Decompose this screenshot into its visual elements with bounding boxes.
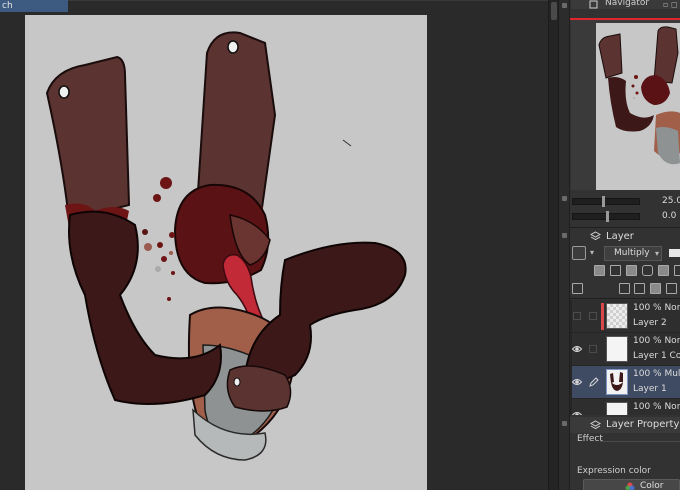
layer-row-selected[interactable]: 100 % Multip Layer 1 xyxy=(570,366,680,399)
panel-side-rail[interactable] xyxy=(559,0,570,490)
expression-color-label: Expression color xyxy=(577,466,651,476)
zoom-value[interactable]: 25.0 xyxy=(662,195,680,207)
layer-row[interactable]: 100 % Norma Layer 1 Copy xyxy=(570,333,680,366)
new-vector-layer-icon[interactable] xyxy=(634,283,645,294)
zoom-slider-thumb[interactable] xyxy=(602,196,605,207)
canvas-area[interactable]: ch xyxy=(0,0,558,490)
canvas-scrollbar[interactable] xyxy=(548,0,558,490)
layer-mode: 100 % Norm xyxy=(633,303,680,313)
tab-strip-divider xyxy=(68,0,558,1)
lock-toggle[interactable] xyxy=(589,345,597,353)
lock-transparency-icon[interactable] xyxy=(658,265,669,276)
clipping-indicator xyxy=(601,303,604,330)
rail-handle-icon[interactable] xyxy=(562,196,567,201)
rail-handle-icon[interactable] xyxy=(562,3,567,8)
eye-icon[interactable] xyxy=(572,410,582,415)
eye-icon[interactable] xyxy=(572,344,582,354)
zoom-slider-row: 25.0 xyxy=(572,195,680,207)
drawing-canvas[interactable] xyxy=(25,15,427,490)
layer-name[interactable]: Layer 2 xyxy=(633,318,667,328)
rail-handle-icon[interactable] xyxy=(562,233,567,238)
blend-mode-select[interactable]: Multiply ▾ xyxy=(604,246,662,261)
eye-icon[interactable] xyxy=(572,377,582,387)
chevron-down-icon[interactable]: ▾ xyxy=(590,248,594,257)
zoom-slider[interactable] xyxy=(572,198,640,205)
color-button-label: Color xyxy=(640,481,664,490)
layer-color-button[interactable] xyxy=(572,246,586,260)
blend-mode-row: ▾ Multiply ▾ xyxy=(570,245,680,262)
layer-thumbnail xyxy=(606,402,628,415)
layer-tools-row-1 xyxy=(570,263,680,279)
layer-tools-row-2 xyxy=(570,281,680,297)
artwork-illustration xyxy=(45,31,407,461)
opacity-control[interactable] xyxy=(669,249,680,257)
effect-label: Effect xyxy=(577,434,603,444)
canvas-scrollbar-thumb[interactable] xyxy=(551,2,557,20)
layer-mode: 100 % Norma xyxy=(633,336,680,346)
new-layer-icon[interactable] xyxy=(619,283,630,294)
layers-icon xyxy=(590,231,601,241)
panel-divider xyxy=(570,298,680,299)
rotation-value[interactable]: 0.0 xyxy=(662,210,676,222)
layer-row[interactable]: 100 % Norma xyxy=(570,399,680,415)
blend-mode-value: Multiply xyxy=(614,248,650,258)
pen-icon xyxy=(589,377,599,387)
navigator-preview-image xyxy=(598,26,680,165)
layer-thumbnail xyxy=(606,369,628,395)
layer-property-icon xyxy=(590,420,601,430)
layer-name[interactable]: Layer 1 Copy xyxy=(633,351,680,361)
layer-name[interactable]: Layer 1 xyxy=(633,384,667,394)
clip-layer-icon[interactable] xyxy=(594,265,605,276)
layer-property-header: Layer Property xyxy=(570,417,680,433)
layer-list[interactable]: 100 % Norm Layer 2 100 % Norma Layer 1 C… xyxy=(570,300,680,415)
lock-icon[interactable] xyxy=(642,265,653,276)
expression-color-button[interactable]: Color xyxy=(583,479,680,490)
chevron-down-icon: ▾ xyxy=(654,249,659,258)
effect-divider xyxy=(600,441,680,442)
layer-thumbnail xyxy=(606,336,628,362)
layer-panel-header: Layer xyxy=(570,229,680,244)
rail-handle-icon[interactable] xyxy=(562,421,567,426)
layer-property-title: Layer Property xyxy=(606,419,680,430)
reference-layer-icon[interactable] xyxy=(610,265,621,276)
layer-view-icon[interactable] xyxy=(572,283,583,294)
layer-panel-title: Layer xyxy=(606,231,634,242)
app-window: ch Navigator ▫ ◻ 25.0 0.0 Layer ▾ Multip… xyxy=(0,0,680,490)
new-folder-icon[interactable] xyxy=(650,283,661,294)
layer-row[interactable]: 100 % Norm Layer 2 xyxy=(570,300,680,333)
navigator-title: Navigator xyxy=(605,0,650,8)
navigator-header: Navigator ▫ ◻ xyxy=(571,0,680,9)
document-tab[interactable]: ch xyxy=(0,0,68,12)
layer-thumbnail-art xyxy=(610,372,623,391)
lock-toggle[interactable] xyxy=(589,312,597,320)
layer-thumbnail xyxy=(606,303,628,329)
layer-mode: 100 % Norma xyxy=(633,402,680,412)
transfer-down-icon[interactable] xyxy=(666,283,677,294)
panel-divider xyxy=(570,227,680,228)
navigator-menu-icon[interactable]: ▫ ◻ xyxy=(663,0,678,9)
rotation-slider-row: 0.0 xyxy=(572,210,680,222)
visibility-toggle[interactable] xyxy=(573,312,581,320)
layer-list-scrollbar[interactable] xyxy=(570,300,572,415)
color-circles-icon xyxy=(625,482,635,490)
navigator-icon xyxy=(589,0,598,9)
mask-icon[interactable] xyxy=(674,265,680,276)
navigator-viewport-indicator xyxy=(570,18,680,20)
rotation-slider-thumb[interactable] xyxy=(606,211,609,222)
draft-layer-icon[interactable] xyxy=(626,265,637,276)
layer-mode: 100 % Multip xyxy=(633,369,680,379)
navigator-thumbnail[interactable] xyxy=(596,23,680,190)
